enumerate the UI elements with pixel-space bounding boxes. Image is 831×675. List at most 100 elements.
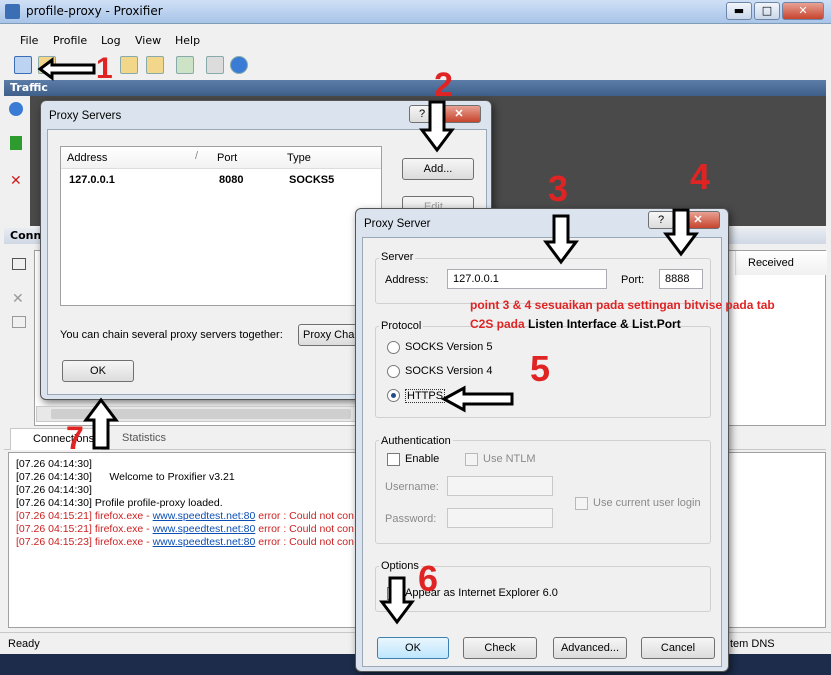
row-address: 127.0.0.1 <box>69 174 115 186</box>
status-system-dns: tem DNS <box>730 638 775 650</box>
server-group-label: Server <box>379 251 416 263</box>
row-port: 8080 <box>219 174 244 186</box>
enable-auth-label[interactable]: Enable <box>405 453 439 465</box>
annotation-note: point 3 & 4 sesuaikan pada settingan bit… <box>470 296 820 334</box>
chain-text: You can chain several proxy servers toge… <box>60 329 283 341</box>
socks4-label[interactable]: SOCKS Version 4 <box>405 365 492 377</box>
port-label: Port: <box>621 274 645 286</box>
address-field[interactable]: 127.0.0.1 <box>447 269 607 289</box>
annotation-arrow-up-7-icon <box>83 397 119 450</box>
status-ready: Ready <box>8 638 40 650</box>
log-line-link[interactable]: www.speedtest.net:80 <box>153 536 256 548</box>
menu-help[interactable]: Help <box>175 34 200 47</box>
address-label: Address: <box>385 274 429 286</box>
traffic-header: Traffic <box>4 80 826 96</box>
columns-icon[interactable] <box>12 258 26 270</box>
traffic-title: Traffic <box>10 81 48 94</box>
title-bar: profile-proxy - Proxifier ▬ □ ✕ <box>0 0 831 24</box>
app-icon <box>5 4 20 19</box>
proxy-list-header: Address / Port Type <box>61 147 381 169</box>
log-line-suffix: error : Could not con <box>255 510 354 522</box>
tab-statistics-label: Statistics <box>122 432 167 444</box>
annotation-note-line1: point 3 & 4 sesuaikan pada settingan bit… <box>470 298 775 312</box>
annotation-number-1: 1 <box>96 52 113 85</box>
annotation-number-4: 4 <box>690 156 711 197</box>
received-column-label: Received <box>748 257 794 269</box>
annotation-arrow-left-5-icon <box>440 385 514 413</box>
help-icon[interactable] <box>230 56 248 74</box>
traffic-side-toolbar: ✕ <box>4 96 28 226</box>
socks4-radio[interactable] <box>387 365 400 378</box>
clear-icon[interactable]: ✕ <box>10 174 24 188</box>
options-group-label: Options <box>379 560 421 572</box>
details-icon[interactable] <box>12 316 26 328</box>
https-label[interactable]: HTTPS <box>405 389 446 403</box>
annotation-arrow-down-4-icon <box>663 208 699 257</box>
proxy-servers-title: Proxy Servers <box>49 110 122 122</box>
password-field[interactable] <box>447 508 553 528</box>
window-title: profile-proxy - Proxifier <box>26 4 163 18</box>
maximize-button[interactable]: □ <box>754 2 780 20</box>
open-profile-icon[interactable] <box>120 56 138 74</box>
proxy-server-title: Proxy Server <box>364 218 431 230</box>
cancel-button[interactable]: Cancel <box>641 637 715 659</box>
protocol-group-label: Protocol <box>379 320 424 332</box>
menu-view[interactable]: View <box>135 34 161 47</box>
username-field[interactable] <box>447 476 553 496</box>
proxy-list-row[interactable]: 127.0.0.1 8080 SOCKS5 <box>61 171 381 189</box>
print-icon[interactable] <box>206 56 224 74</box>
use-current-user-checkbox[interactable] <box>575 497 588 510</box>
https-radio[interactable] <box>387 389 400 402</box>
save-profile-icon[interactable] <box>146 56 164 74</box>
column-type[interactable]: Type <box>287 152 311 164</box>
log-line-prefix: [07.26 04:15:21] firefox.exe - <box>16 523 153 535</box>
refresh-icon[interactable] <box>9 102 23 116</box>
log-line-suffix: error : Could not con <box>255 523 354 535</box>
connections-side-toolbar: ✕ <box>4 246 34 426</box>
port-field[interactable]: 8888 <box>659 269 703 289</box>
enable-auth-checkbox[interactable] <box>387 453 400 466</box>
row-type: SOCKS5 <box>289 174 335 186</box>
password-label: Password: <box>385 513 437 525</box>
log-line-suffix: error : Could not con <box>255 536 354 548</box>
menu-profile[interactable]: Profile <box>53 34 87 47</box>
received-column-header[interactable]: Received <box>735 251 827 275</box>
menu-bar: File Profile Log View Help <box>0 32 831 50</box>
log-line-prefix: [07.26 04:15:21] firefox.exe - <box>16 510 153 522</box>
log-line-link[interactable]: www.speedtest.net:80 <box>153 523 256 535</box>
proxy-servers-list[interactable]: Address / Port Type 127.0.0.1 8080 SOCKS… <box>60 146 382 306</box>
annotation-number-7: 7 <box>66 420 84 456</box>
advanced-button[interactable]: Advanced... <box>553 637 627 659</box>
annotation-number-5: 5 <box>530 348 551 389</box>
column-port[interactable]: Port <box>217 152 237 164</box>
use-current-user-label[interactable]: Use current user login <box>593 497 701 509</box>
check-button[interactable]: Check <box>463 637 537 659</box>
annotation-arrow-left-icon <box>37 57 96 81</box>
annotation-number-6: 6 <box>418 558 439 599</box>
column-divider: / <box>195 150 199 162</box>
use-ntlm-label[interactable]: Use NTLM <box>483 453 536 465</box>
close-button[interactable]: ✕ <box>782 2 824 20</box>
annotation-arrow-down-3-icon <box>543 214 579 265</box>
column-address[interactable]: Address <box>67 152 107 164</box>
socks5-radio[interactable] <box>387 341 400 354</box>
proxy-servers-icon[interactable] <box>14 56 32 74</box>
name-resolution-icon[interactable] <box>176 56 194 74</box>
menu-log[interactable]: Log <box>101 34 121 47</box>
add-proxy-button[interactable]: Add... <box>402 158 474 180</box>
close-connection-icon[interactable]: ✕ <box>12 292 26 306</box>
annotation-number-3: 3 <box>548 168 569 209</box>
annotation-note-line2: C2S pada Listen Interface & List.Port <box>470 315 820 334</box>
up-arrow-icon[interactable] <box>10 136 22 150</box>
annotation-arrow-down-2-icon <box>419 100 455 153</box>
log-line-link[interactable]: www.speedtest.net:80 <box>153 510 256 522</box>
annotation-arrow-down-6-icon <box>379 576 415 625</box>
proxy-server-ok-button[interactable]: OK <box>377 637 449 659</box>
minimize-button[interactable]: ▬ <box>726 2 752 20</box>
log-line-prefix: [07.26 04:15:23] firefox.exe - <box>16 536 153 548</box>
menu-file[interactable]: File <box>20 34 38 47</box>
socks5-label[interactable]: SOCKS Version 5 <box>405 341 492 353</box>
annotation-note-line2-black: Listen Interface & List.Port <box>528 317 681 331</box>
proxy-servers-ok-button[interactable]: OK <box>62 360 134 382</box>
use-ntlm-checkbox[interactable] <box>465 453 478 466</box>
